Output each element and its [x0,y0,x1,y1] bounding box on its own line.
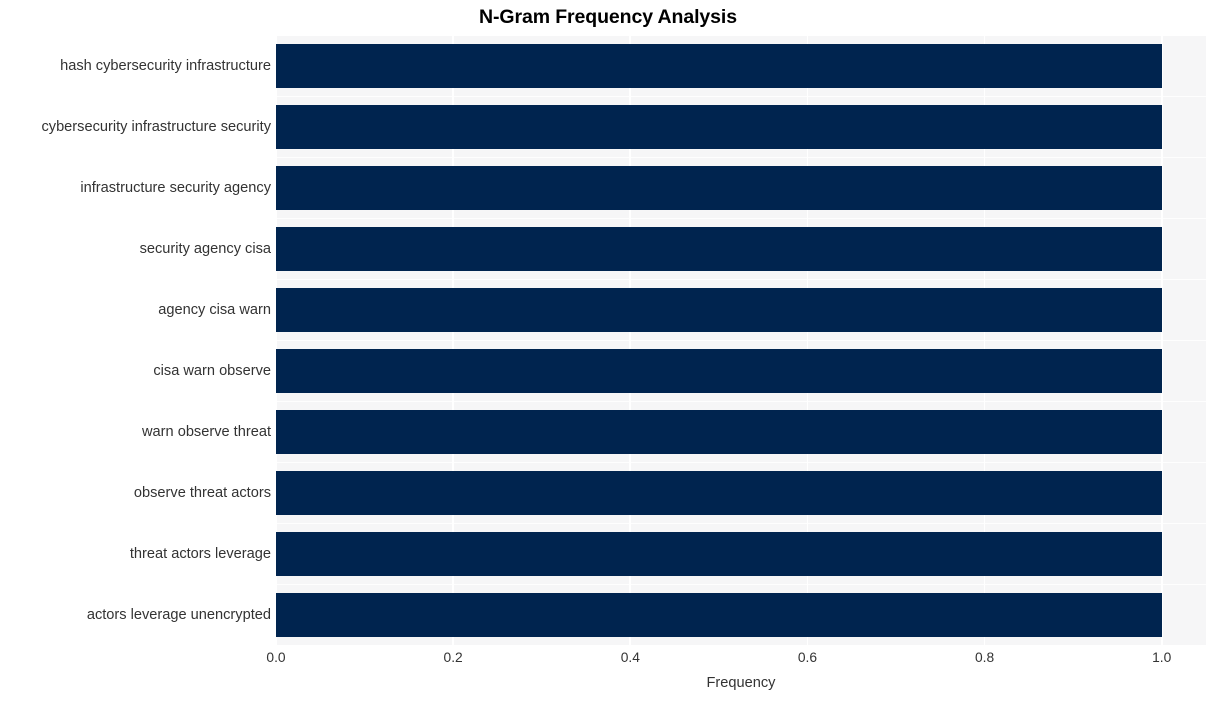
bar [276,227,1162,272]
plot-area [276,36,1206,645]
y-gridline [276,279,1206,281]
y-gridline [276,218,1206,220]
x-tick-label: 0.0 [266,650,286,665]
bar [276,105,1162,150]
bar [276,288,1162,333]
x-axis-title: Frequency [706,675,776,691]
y-tick-label: cybersecurity infrastructure security [41,119,271,136]
bar [276,470,1162,515]
x-tick-label: 1.0 [1152,650,1172,665]
y-tick-label: threat actors leverage [129,545,271,562]
chart-figure: N-Gram Frequency Analysis hash cybersecu… [0,0,1216,701]
bar [276,348,1162,393]
y-tick-label: observe threat actors [133,484,271,501]
bar [276,44,1162,89]
y-tick-label: security agency cisa [139,241,271,258]
y-gridline [276,157,1206,159]
x-tick-label: 0.6 [797,650,818,665]
x-tick-label: 0.8 [974,650,995,665]
bar [276,531,1162,576]
x-tick-label: 0.4 [620,650,640,665]
y-tick-label: agency cisa warn [158,302,271,319]
chart-title: N-Gram Frequency Analysis [479,6,737,28]
y-tick-label: cisa warn observe [153,362,271,379]
y-gridline [276,461,1206,463]
y-gridline [276,339,1206,342]
y-gridline [276,96,1206,98]
y-tick-label: hash cybersecurity infrastructure [60,58,271,75]
bar [276,592,1162,637]
x-tick-label: 0.2 [443,650,463,665]
y-tick-label: actors leverage unencrypted [86,606,271,623]
y-tick-label: infrastructure security agency [80,180,271,197]
y-gridline [276,522,1206,524]
bar [276,409,1162,454]
y-gridline [276,400,1206,402]
y-tick-label: warn observe threat [142,423,271,440]
y-gridline [276,583,1206,585]
bar [276,166,1162,211]
